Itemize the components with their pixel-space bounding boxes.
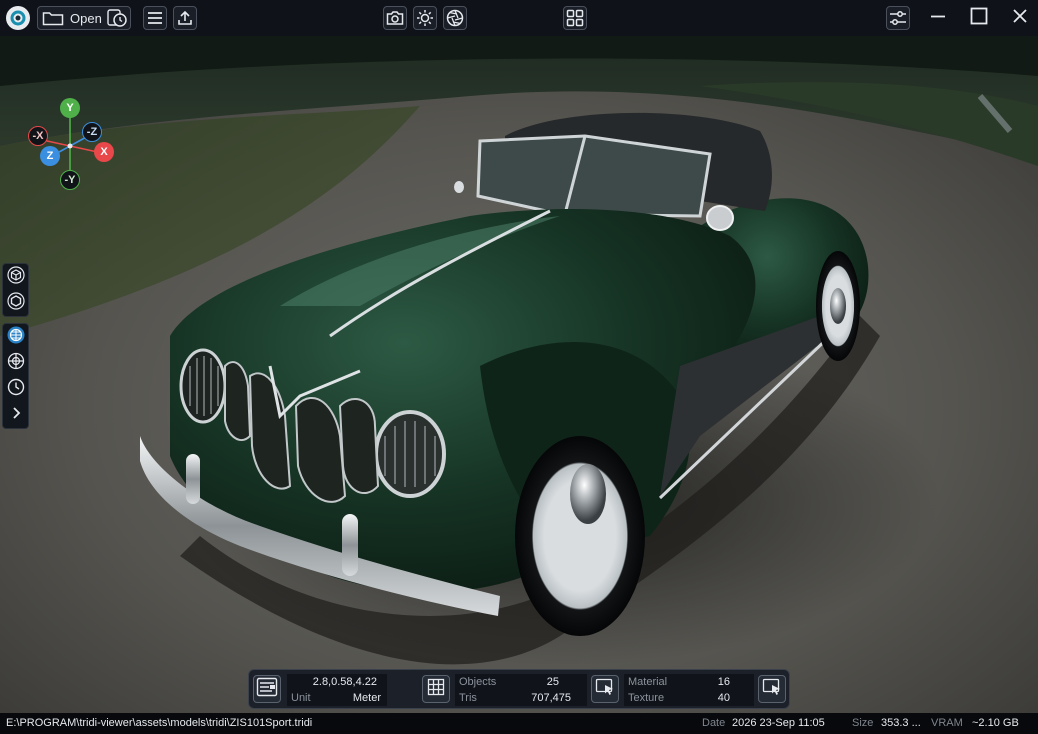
view-cube-button[interactable] — [3, 264, 28, 290]
3d-viewport[interactable]: Y -Y X -X Z -Z — [0, 36, 1038, 713]
texture-field: Texture 40 — [624, 690, 754, 706]
gizmo-z-axis[interactable]: Z — [40, 146, 60, 166]
cursor-select-icon — [762, 678, 782, 701]
properties-button[interactable] — [253, 675, 281, 703]
title-bar: Open — [0, 0, 1038, 36]
aperture-icon — [446, 9, 464, 27]
maximize-icon — [970, 7, 988, 30]
vram-value: ~2.10 GB — [972, 717, 1019, 729]
properties-icon — [256, 677, 278, 702]
sun-icon — [416, 9, 434, 27]
objects-field: Objects 25 — [455, 674, 587, 690]
model-info-panel: 2.8,0.58,4.22 Unit Meter Objects 25 Tris… — [248, 669, 790, 709]
objects-label: Objects — [459, 676, 497, 688]
grid-layout-icon — [566, 9, 584, 27]
gizmo-y-axis[interactable]: Y — [60, 98, 80, 118]
view-toolbar — [2, 263, 29, 317]
grid-button[interactable] — [422, 675, 450, 703]
date-value: 2026 23-Sep 11:05 — [732, 717, 825, 729]
hamburger-menu-icon — [147, 11, 163, 25]
tris-label: Tris — [459, 692, 477, 704]
close-button[interactable] — [1007, 6, 1033, 30]
material-label: Material — [628, 676, 668, 688]
tris-field: Tris 707,475 — [455, 690, 587, 706]
tris-value: 707,475 — [531, 692, 571, 704]
cursor-select-icon — [595, 678, 615, 701]
size-value: 353.3 ... — [881, 717, 921, 729]
date-label: Date — [702, 717, 726, 729]
environment-button[interactable] — [3, 324, 28, 350]
camera-position-value: 2.8,0.58,4.22 — [312, 676, 377, 688]
vram-label: VRAM — [931, 717, 963, 729]
status-bar: E:\PROGRAM\tridi-viewer\assets\models\tr… — [0, 713, 1038, 734]
upload-icon — [177, 10, 193, 26]
objects-value: 25 — [546, 676, 559, 688]
gizmo-neg-y-axis[interactable]: -Y — [60, 170, 80, 190]
menu-button[interactable] — [143, 6, 167, 30]
sliders-icon — [889, 10, 907, 26]
file-path: E:\PROGRAM\tridi-viewer\assets\models\tr… — [6, 717, 313, 729]
material-value: 16 — [717, 676, 730, 688]
open-button-label: Open — [70, 10, 102, 26]
tools-toolbar — [2, 323, 29, 429]
camera-position-field: 2.8,0.58,4.22 — [287, 674, 387, 690]
export-button[interactable] — [173, 6, 197, 30]
screenshot-button[interactable] — [383, 6, 407, 30]
texture-value: 40 — [717, 692, 730, 704]
folder-icon — [42, 10, 64, 26]
gizmo-x-axis[interactable]: X — [94, 142, 114, 162]
grid-icon — [427, 678, 445, 701]
unit-value: Meter — [352, 692, 381, 704]
gizmo-neg-x-axis[interactable]: -X — [28, 126, 48, 146]
maximize-button[interactable] — [966, 6, 992, 30]
gizmo-neg-z-axis[interactable]: -Z — [82, 122, 102, 142]
globe-icon — [7, 326, 25, 349]
render-button[interactable] — [443, 6, 467, 30]
axis-gizmo[interactable]: Y -Y X -X Z -Z — [22, 96, 122, 192]
open-button[interactable]: Open — [37, 6, 131, 30]
unit-label: Unit — [291, 692, 311, 704]
texture-label: Texture — [628, 692, 665, 704]
history-icon[interactable] — [106, 8, 128, 28]
size-label: Size — [852, 717, 874, 729]
chevron-right-icon — [10, 406, 22, 425]
settings-button[interactable] — [886, 6, 910, 30]
grid-toggle-button[interactable] — [3, 350, 28, 376]
expand-toolbar-button[interactable] — [3, 402, 28, 428]
animation-button[interactable] — [3, 376, 28, 402]
crosshair-icon — [7, 352, 25, 375]
lighting-button[interactable] — [413, 6, 437, 30]
camera-icon — [386, 10, 404, 26]
minimize-button[interactable] — [925, 6, 951, 30]
close-icon — [1012, 8, 1028, 29]
minimize-icon — [930, 8, 946, 29]
wireframe-button[interactable] — [3, 290, 28, 316]
app-logo-icon[interactable] — [6, 6, 30, 30]
clock-icon — [7, 378, 25, 401]
unit-field: Unit Meter — [287, 690, 387, 706]
select-materials-button[interactable] — [758, 675, 786, 703]
select-objects-button[interactable] — [591, 675, 619, 703]
material-field: Material 16 — [624, 674, 754, 690]
cube-icon — [6, 265, 25, 289]
hexagon-icon — [6, 291, 25, 315]
scene-render — [0, 36, 1038, 713]
layout-button[interactable] — [563, 6, 587, 30]
